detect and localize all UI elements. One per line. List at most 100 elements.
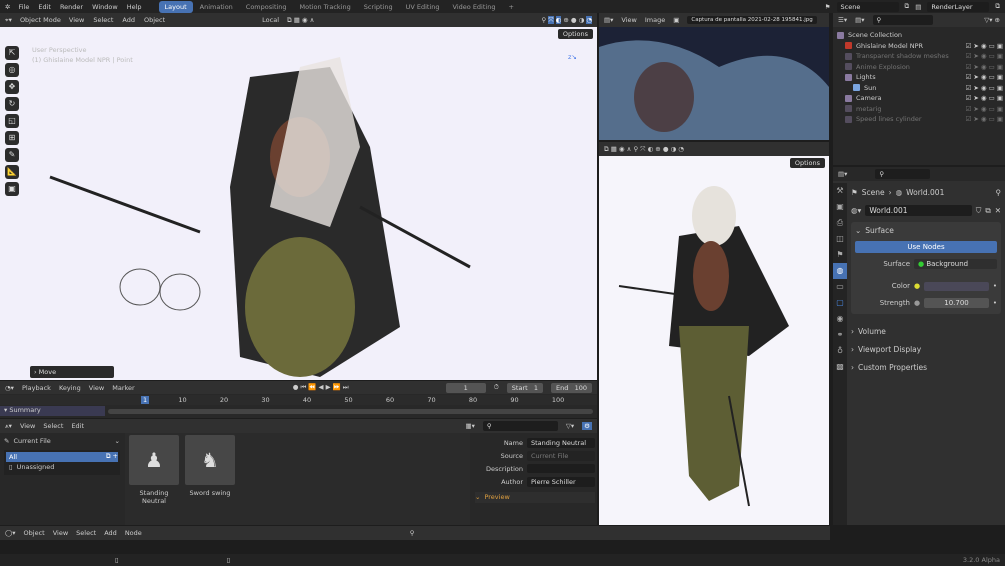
data-tab-icon[interactable]: ♁ — [833, 343, 847, 359]
display-mode-icon[interactable]: ▦▾ — [466, 422, 475, 430]
image-editor[interactable]: ▤▾ View Image ▣ Captura de pantalla 2021… — [599, 13, 829, 140]
asset-description-field[interactable] — [527, 464, 595, 473]
outliner-item[interactable]: Sun ☑ ➤ ◉ ▭ ▣ — [837, 83, 1003, 94]
editor-type-icon[interactable]: ⌖▾ — [5, 16, 12, 25]
editor-type-icon[interactable]: ◯▾ — [5, 529, 16, 537]
settings-icon[interactable]: ⚙ — [582, 422, 592, 430]
menu-keying[interactable]: Keying — [59, 384, 81, 392]
menu-window[interactable]: Window — [92, 3, 118, 11]
world-name-field[interactable]: World.001 — [865, 205, 972, 217]
menu-add[interactable]: Add — [104, 529, 117, 537]
visibility-toggles[interactable]: ☑ ➤ ◉ ▭ ▣ — [966, 42, 1004, 50]
visibility-toggles[interactable]: ☑ ➤ ◉ ▭ ▣ — [966, 115, 1004, 123]
menu-add[interactable]: Add — [122, 16, 135, 24]
summary-channel[interactable]: ▾ Summary — [0, 406, 105, 416]
editor-type-icon[interactable]: ▤▾ — [604, 16, 613, 24]
menu-select[interactable]: Select — [43, 422, 63, 430]
menu-edit[interactable]: Edit — [38, 3, 51, 11]
rendered-viewport[interactable]: ⧉ ▦ ◉ ∧ ⚲ ⤧ ◐ ⊕ ● ◑ ◔ Options — [599, 142, 829, 525]
snap-icon[interactable]: ⧉ ▦ ◉ ∧ — [287, 16, 314, 25]
asset-item[interactable]: ♞ Sword swing — [185, 435, 235, 497]
menu-object[interactable]: Object — [144, 16, 165, 24]
collection-tab-icon[interactable]: ▭ — [833, 279, 847, 295]
outliner-item[interactable]: Ghislaine Model NPR ☑ ➤ ◉ ▭ ▣ — [837, 41, 1003, 52]
mode-selector[interactable]: Object Mode — [20, 16, 61, 24]
menu-playback[interactable]: Playback — [22, 384, 51, 392]
transform-orientation[interactable]: Local — [262, 16, 279, 24]
custom-properties-panel-header[interactable]: › Custom Properties — [851, 358, 1001, 376]
pin-icon[interactable]: ⚲ — [410, 529, 415, 537]
tool-tab-icon[interactable]: ⚒ — [833, 183, 847, 199]
tab-animation[interactable]: Animation — [194, 1, 239, 13]
object-tab-icon[interactable]: ▢ — [833, 295, 847, 311]
menu-node[interactable]: Node — [125, 529, 142, 537]
tab-compositing[interactable]: Compositing — [240, 1, 293, 13]
world-browse-icon[interactable]: ◍▾ — [851, 206, 861, 215]
shader-type-selector[interactable]: Object — [24, 529, 45, 537]
copy-icon[interactable]: ⧉ — [905, 2, 910, 11]
visibility-toggles[interactable]: ☑ ➤ ◉ ▭ ▣ — [966, 94, 1004, 102]
catalog-unassigned[interactable]: ▯ Unassigned — [6, 462, 118, 473]
tab-uv-editing[interactable]: UV Editing — [400, 1, 446, 13]
add-workspace-button[interactable]: + — [502, 1, 519, 13]
menu-view[interactable]: View — [621, 16, 636, 24]
surface-panel-header[interactable]: ⌄ Surface — [855, 225, 997, 236]
menu-image[interactable]: Image — [645, 16, 665, 24]
keyframe-dot-icon[interactable]: • — [993, 299, 997, 307]
filter-icon[interactable]: ▽▾ — [566, 422, 574, 430]
scene-tab-icon[interactable]: ⚑ — [833, 247, 847, 263]
outliner-item[interactable]: Scene Collection — [837, 30, 1003, 41]
filter-icon[interactable]: ▽▾ ⊕ — [984, 16, 1000, 24]
blender-logo-icon[interactable]: ✲ — [5, 3, 10, 11]
outliner-item[interactable]: metarig ☑ ➤ ◉ ▭ ▣ — [837, 104, 1003, 115]
menu-view[interactable]: View — [20, 422, 35, 430]
menu-help[interactable]: Help — [127, 3, 142, 11]
outliner-item[interactable]: Transparent shadow meshes ☑ ➤ ◉ ▭ ▣ — [837, 51, 1003, 62]
pin-icon[interactable]: ⚲ — [996, 188, 1002, 197]
last-operator-panel[interactable]: › Move — [30, 366, 114, 378]
outliner-item[interactable]: Camera ☑ ➤ ◉ ▭ ▣ — [837, 93, 1003, 104]
outliner-search-input[interactable]: ⚲ — [872, 15, 933, 25]
texture-tab-icon[interactable]: ▩ — [833, 359, 847, 375]
duplicate-icon[interactable]: ⧉ — [985, 206, 990, 216]
image-selector[interactable]: Captura de pantalla 2021-02-28 195841.jp… — [687, 16, 817, 24]
volume-panel-header[interactable]: › Volume — [851, 322, 1001, 340]
render-tab-icon[interactable]: ▣ — [833, 199, 847, 215]
properties-search-input[interactable]: ⚲ — [875, 169, 931, 179]
view-layer-tab-icon[interactable]: ◫ — [833, 231, 847, 247]
asset-name-field[interactable]: Standing Neutral — [527, 437, 595, 448]
current-frame-field[interactable]: 1 — [445, 382, 486, 393]
view-layer-selector[interactable]: RenderLayer — [927, 1, 990, 12]
menu-render[interactable]: Render — [60, 3, 83, 11]
outliner-item[interactable]: Speed lines cylinder ☑ ➤ ◉ ▭ ▣ — [837, 114, 1003, 125]
visibility-toggles[interactable]: ☑ ➤ ◉ ▭ ▣ — [966, 63, 1004, 71]
keyframe-dot-icon[interactable]: • — [993, 282, 997, 290]
scene-selector[interactable]: Scene — [836, 1, 899, 12]
preview-panel-header[interactable]: ⌄ Preview — [475, 492, 595, 503]
library-selector[interactable]: ✎ Current File ⌄ — [4, 436, 120, 447]
output-tab-icon[interactable]: ⎙ — [833, 215, 847, 231]
menu-select[interactable]: Select — [76, 529, 96, 537]
visibility-toggles[interactable]: ☑ ➤ ◉ ▭ ▣ — [966, 73, 1004, 81]
display-mode-icon[interactable]: ▤▾ — [855, 16, 864, 24]
constraints-tab-icon[interactable]: ⚭ — [833, 327, 847, 343]
frame-ruler[interactable]: 1 10 20 30 40 50 60 70 80 90 100 — [0, 395, 597, 405]
catalog-all[interactable]: All ⧉ + — [6, 451, 118, 462]
visibility-toggles[interactable]: ☑ ➤ ◉ ▭ ▣ — [966, 52, 1004, 60]
physics-tab-icon[interactable]: ◉ — [833, 311, 847, 327]
tab-motion-tracking[interactable]: Motion Tracking — [294, 1, 357, 13]
playback-controls[interactable]: ● ⏮ ⏪ ◀ ▶ ⏩ ⏭ — [293, 383, 349, 392]
menu-file[interactable]: File — [18, 3, 29, 11]
tab-video-editing[interactable]: Video Editing — [447, 1, 502, 13]
asset-author-field[interactable]: Pierre Schiller — [527, 476, 595, 487]
tab-scripting[interactable]: Scripting — [358, 1, 399, 13]
character-model[interactable] — [0, 27, 597, 380]
menu-view[interactable]: View — [53, 529, 68, 537]
menu-view[interactable]: View — [69, 16, 84, 24]
surface-shader-selector[interactable]: Background — [926, 260, 968, 268]
editor-type-icon[interactable]: ◔▾ — [5, 384, 14, 392]
outliner-item[interactable]: Lights ☑ ➤ ◉ ▭ ▣ — [837, 72, 1003, 83]
editor-type-icon[interactable]: ☰▾ — [838, 16, 847, 24]
viewport-display-panel-header[interactable]: › Viewport Display — [851, 340, 1001, 358]
viewport2-tools-icon[interactable]: ⧉ ▦ ◉ ∧ ⚲ ⤧ ◐ ⊕ ● ◑ ◔ — [604, 145, 684, 154]
